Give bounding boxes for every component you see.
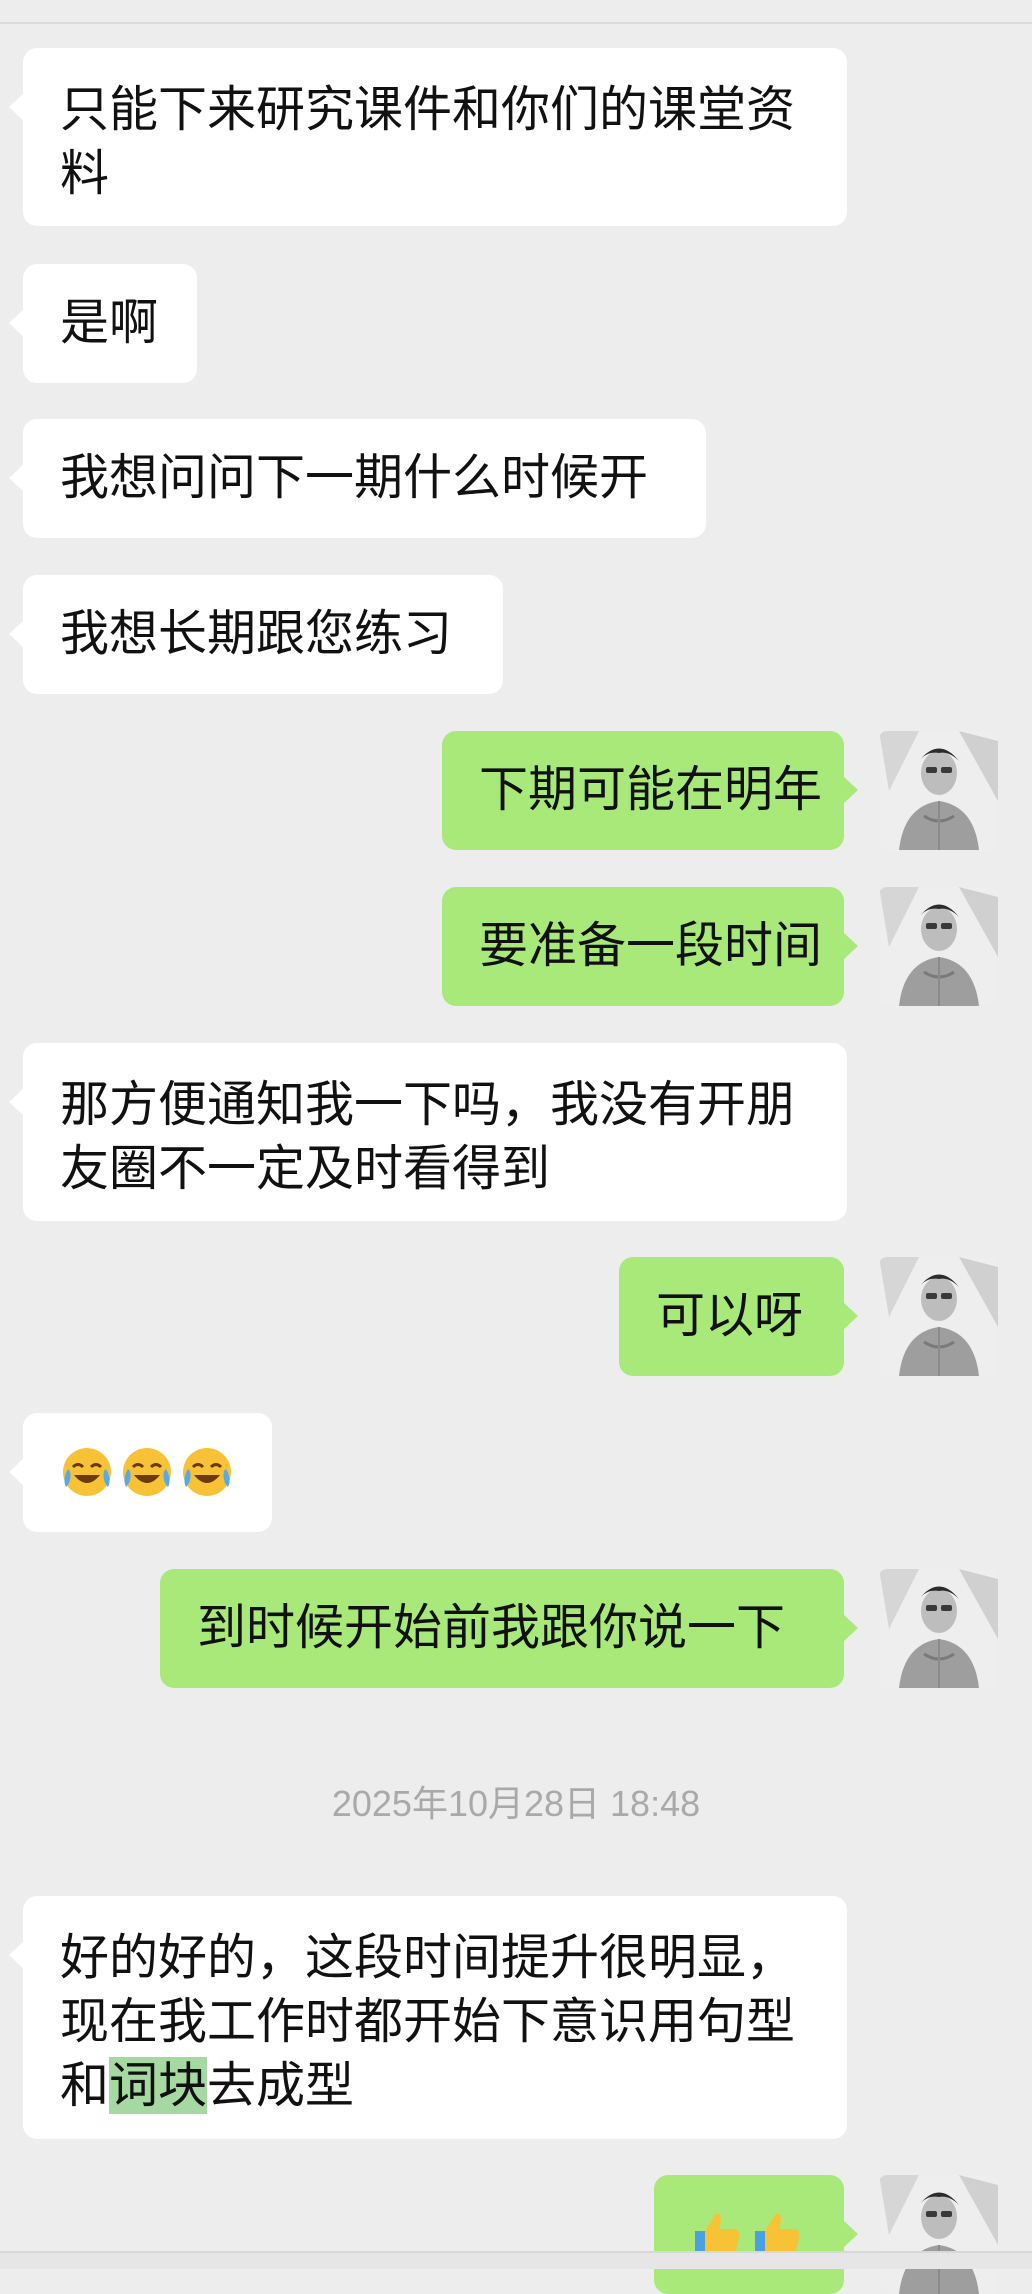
message-bubble[interactable]: 是啊 bbox=[9, 264, 197, 383]
avatar-photo-icon bbox=[879, 2175, 998, 2294]
message-bubble[interactable]: 到时候开始前我跟你说一下 bbox=[160, 1569, 858, 1688]
message-bubble[interactable]: 我想问问下一期什么时候开 bbox=[9, 419, 706, 538]
message-bubble[interactable]: 要准备一段时间 bbox=[442, 887, 858, 1006]
message-bubble[interactable]: 可以呀 bbox=[619, 1257, 858, 1376]
avatar[interactable] bbox=[879, 887, 998, 1006]
message-text: 到时候开始前我跟你说一下 bbox=[197, 1599, 786, 1656]
message-text: 去成型 bbox=[207, 2057, 355, 2114]
emoji-row bbox=[60, 1440, 236, 1504]
laughing-crying-emoji-icon bbox=[123, 1448, 171, 1496]
avatar-photo-icon bbox=[879, 731, 998, 850]
avatar-photo-icon bbox=[879, 887, 998, 1006]
message-text: 可以呀 bbox=[656, 1287, 804, 1344]
message-text: 我想问问下一期什么时候开 bbox=[60, 449, 649, 506]
message-text: 是啊 bbox=[60, 294, 159, 351]
avatar[interactable] bbox=[879, 1257, 998, 1376]
avatar[interactable] bbox=[879, 2175, 998, 2294]
avatar-photo-icon bbox=[879, 1257, 998, 1376]
message-text: 那方便通知我一下吗，我没有开朋友圈不一定及时看得到 bbox=[60, 1076, 796, 1197]
message-bubble[interactable]: 好的好的，这段时间提升很明显，现在我工作时都开始下意识用句型和词块去成型 bbox=[9, 1896, 847, 2139]
message-bubble[interactable] bbox=[9, 1413, 272, 1532]
highlighted-text[interactable]: 词块 bbox=[109, 2057, 208, 2114]
laughing-crying-emoji-icon bbox=[63, 1448, 111, 1496]
avatar[interactable] bbox=[879, 731, 998, 850]
message-timestamp: 2025年10月28日 18:48 bbox=[331, 1783, 701, 1824]
laughing-crying-emoji-icon bbox=[183, 1448, 231, 1496]
message-bubble[interactable]: 下期可能在明年 bbox=[442, 731, 858, 850]
message-bubble[interactable]: 我想长期跟您练习 bbox=[9, 575, 503, 694]
message-bubble[interactable]: 那方便通知我一下吗，我没有开朋友圈不一定及时看得到 bbox=[9, 1043, 847, 1221]
avatar-photo-icon bbox=[879, 1569, 998, 1688]
input-bar-edge bbox=[0, 2251, 1032, 2269]
message-bubble[interactable] bbox=[654, 2175, 858, 2294]
top-divider bbox=[0, 22, 1032, 24]
message-bubble[interactable]: 只能下来研究课件和你们的课堂资料 bbox=[9, 48, 847, 226]
message-text: 我想长期跟您练习 bbox=[60, 605, 453, 662]
message-text: 只能下来研究课件和你们的课堂资料 bbox=[60, 81, 796, 202]
message-text: 要准备一段时间 bbox=[479, 917, 823, 974]
message-text: 下期可能在明年 bbox=[479, 761, 823, 818]
avatar[interactable] bbox=[879, 1569, 998, 1688]
